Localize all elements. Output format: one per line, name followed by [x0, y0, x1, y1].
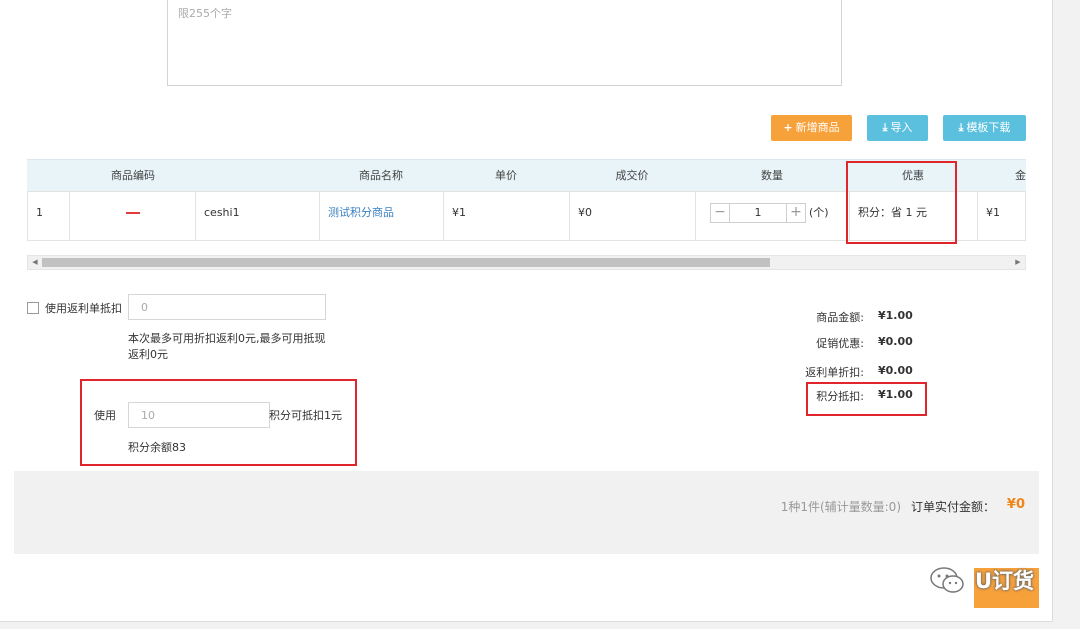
summary-rebate-label: 返利单折扣:: [805, 366, 864, 379]
header-name: 商品名称: [359, 169, 403, 182]
wechat-icon: [930, 567, 964, 593]
summary-goods-label: 商品金额:: [816, 311, 864, 324]
highlight-points-box: [80, 379, 357, 466]
template-download-button[interactable]: ⤓ 模板下载: [943, 115, 1026, 141]
order-footer-bar: 1种1件(辅计量数量:0) 订单实付金额： ¥0: [14, 471, 1039, 554]
rebate-label: 使用返利单抵扣: [45, 302, 122, 315]
import-icon: ⤓: [882, 121, 888, 134]
order-panel: 限255个字 + 新增商品 ⤓ 导入 ⤓ 模板下载 商品编码 商品名称 单价 成交价 …: [0, 0, 1053, 622]
rebate-note: 本次最多可用折扣返利0元,最多可用抵现返利0元: [128, 332, 326, 361]
row-deal-price: ¥0: [570, 192, 696, 240]
row-unit-price: ¥1: [444, 192, 570, 240]
summary-goods-value: ¥1.00: [878, 309, 913, 322]
row-amount: ¥1: [986, 206, 1000, 219]
row-code: ceshi1: [196, 192, 320, 240]
rebate-input[interactable]: 0: [128, 294, 326, 320]
download-icon: ⤓: [958, 121, 964, 134]
row-index: 1: [28, 192, 70, 240]
summary-promo-label: 促销优惠:: [816, 337, 864, 350]
row-code-marker: [70, 192, 196, 240]
plus-icon: +: [783, 121, 793, 134]
highlight-discount-box: [846, 161, 957, 244]
scroll-thumb[interactable]: [42, 258, 770, 267]
header-deal-price: 成交价: [615, 169, 649, 182]
header-amount: 金: [1015, 169, 1026, 182]
header-quantity: 数量: [761, 169, 783, 182]
row-product-name[interactable]: 测试积分商品: [320, 192, 444, 240]
add-product-button[interactable]: + 新增商品: [771, 115, 852, 141]
minus-icon[interactable]: −: [711, 204, 730, 222]
summary-promo-value: ¥0.00: [878, 335, 913, 348]
item-count: 1种1件(辅计量数量:0): [780, 500, 901, 514]
empty-code-dash: [125, 212, 140, 214]
quantity-value[interactable]: 1: [731, 204, 785, 222]
remark-placeholder: 限255个字: [178, 7, 232, 20]
total-amount: ¥0: [1006, 497, 1025, 512]
scroll-right-icon[interactable]: ▶: [1012, 256, 1024, 269]
quantity-stepper[interactable]: − 1 +: [710, 203, 806, 223]
header-unit-price: 单价: [495, 169, 517, 182]
highlight-summary-points-box: [806, 382, 927, 416]
watermark-text: U订货: [975, 569, 1035, 593]
summary-rebate-value: ¥0.00: [878, 364, 913, 377]
import-button[interactable]: ⤓ 导入: [867, 115, 928, 141]
header-code: 商品编码: [111, 169, 155, 182]
scroll-left-icon[interactable]: ◀: [29, 256, 41, 269]
horizontal-scrollbar[interactable]: ◀ ▶: [27, 255, 1026, 270]
quantity-unit: (个): [809, 206, 829, 219]
remark-textarea[interactable]: 限255个字: [167, 0, 842, 86]
total-label: 订单实付金额：: [910, 500, 995, 514]
plus-icon[interactable]: +: [786, 204, 805, 222]
rebate-checkbox[interactable]: [27, 302, 39, 314]
row-quantity-cell: − 1 + (个): [696, 192, 850, 240]
